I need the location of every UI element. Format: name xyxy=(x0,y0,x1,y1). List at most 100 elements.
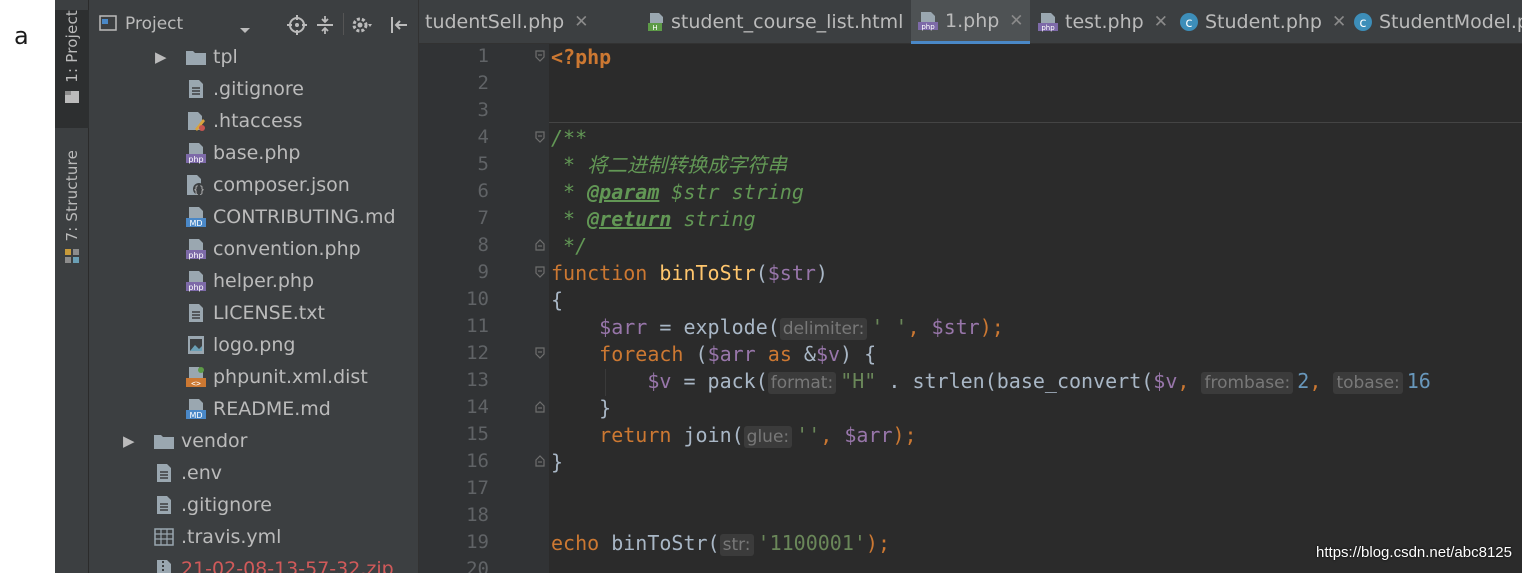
tab-label: 1.php xyxy=(945,9,1000,32)
code-line-13: $v = pack(format: "H" . strlen(base_conve… xyxy=(647,369,1431,394)
tree-item-gitignore[interactable]: .gitignore xyxy=(185,73,304,105)
fold-marker-icon[interactable] xyxy=(535,347,545,359)
tree-item-label: logo.png xyxy=(213,334,296,356)
image-file-icon xyxy=(185,333,207,357)
method-separator xyxy=(549,122,1522,123)
markdown-file-icon: MD xyxy=(185,397,207,421)
svg-text:php: php xyxy=(1041,24,1055,32)
php-file-icon: php xyxy=(917,11,939,31)
html-file-icon: H xyxy=(647,12,665,32)
tree-item-label: CONTRIBUTING.md xyxy=(213,206,396,228)
project-panel-toolbar: Project xyxy=(89,0,418,50)
chevron-down-icon[interactable] xyxy=(239,20,251,39)
tree-item-label: .gitignore xyxy=(213,78,304,100)
class-icon: c xyxy=(1353,12,1373,32)
text-file-icon xyxy=(153,493,175,517)
tree-item-tpl[interactable]: ▶ tpl xyxy=(155,41,238,73)
tab-studentmodel-php[interactable]: c StudentModel.php ✕ xyxy=(1347,0,1522,44)
line-number: 12 xyxy=(466,342,489,364)
watermark: https://blog.csdn.net/abc8125 xyxy=(1316,544,1512,561)
tree-item-zip[interactable]: 21-02-08-13-57-32.zip xyxy=(153,553,394,573)
locate-icon[interactable] xyxy=(287,15,307,39)
tree-item-composer-json[interactable]: {} composer.json xyxy=(185,169,350,201)
code-line-15: return join(glue: '', $arr); xyxy=(599,423,917,448)
tree-item-label: composer.json xyxy=(213,174,350,196)
markdown-file-icon: MD xyxy=(185,205,207,229)
close-icon[interactable]: ✕ xyxy=(1009,11,1023,31)
tree-item-helper-php[interactable]: php helper.php xyxy=(185,265,314,297)
tree-item-label: 21-02-08-13-57-32.zip xyxy=(181,558,394,573)
folder-icon xyxy=(185,45,207,69)
tool-window-project[interactable]: 1: Project xyxy=(55,10,89,128)
fold-marker-icon[interactable] xyxy=(535,50,545,62)
tab-test-php[interactable]: php test.php ✕ xyxy=(1031,0,1174,44)
line-number: 16 xyxy=(466,450,489,472)
tab-tudentsell-php[interactable]: tudentSell.php ✕ xyxy=(419,0,595,44)
close-icon[interactable]: ✕ xyxy=(1154,12,1168,32)
code-line-8: */ xyxy=(551,234,588,258)
collapse-all-icon[interactable] xyxy=(315,15,335,39)
text-file-icon xyxy=(185,301,207,325)
ide-window: 1: Project 7: Structure Project ▶ tpl .g… xyxy=(55,0,1522,573)
fold-marker-icon[interactable] xyxy=(535,266,545,278)
tree-item-travis-yml[interactable]: .travis.yml xyxy=(153,521,281,553)
php-file-icon: php xyxy=(185,237,207,261)
expand-arrow-icon[interactable]: ▶ xyxy=(155,48,171,66)
svg-text:php: php xyxy=(188,155,203,164)
tab-label: StudentModel.php xyxy=(1379,11,1522,33)
tree-item-logo-png[interactable]: logo.png xyxy=(185,329,295,361)
tree-item-label: .travis.yml xyxy=(181,526,282,548)
svg-text:c: c xyxy=(1185,16,1192,31)
close-icon[interactable]: ✕ xyxy=(1332,12,1346,32)
code-line-16: } xyxy=(551,450,564,474)
tab-label: test.php xyxy=(1065,11,1144,33)
tree-item-contributing-md[interactable]: MD CONTRIBUTING.md xyxy=(185,201,396,233)
tree-item-label: convention.php xyxy=(213,238,361,260)
code-line-12: foreach ($arr as &$v) { xyxy=(599,342,877,366)
tool-window-structure[interactable]: 7: Structure xyxy=(55,150,89,282)
json-file-icon: {} xyxy=(185,173,207,197)
fold-end-marker-icon[interactable] xyxy=(535,239,545,251)
code-line-19: echo binToStr(str: '1100001'); xyxy=(551,531,891,556)
tree-item-label: .htaccess xyxy=(213,110,303,132)
tree-item-readme-md[interactable]: MD README.md xyxy=(185,393,331,425)
tab-student-php[interactable]: c Student.php ✕ xyxy=(1173,0,1352,44)
line-number: 18 xyxy=(466,504,489,526)
tree-item-convention-php[interactable]: php convention.php xyxy=(185,233,361,265)
code-line-4: /** xyxy=(551,126,588,150)
php-file-icon: php xyxy=(185,141,207,165)
fold-marker-icon[interactable] xyxy=(535,131,545,143)
tree-item-label: LICENSE.txt xyxy=(213,302,325,324)
line-number: 20 xyxy=(466,558,489,573)
svg-text:php: php xyxy=(188,251,203,260)
code-editor[interactable]: <?php /** * 将二进制转换成字符串 * @param $str str… xyxy=(549,44,1522,573)
tree-item-label: helper.php xyxy=(213,270,315,292)
svg-text:<>: <> xyxy=(191,379,201,388)
tree-item-vendor[interactable]: ▶ vendor xyxy=(123,425,247,457)
php-file-icon: php xyxy=(1037,12,1059,32)
close-icon[interactable]: ✕ xyxy=(574,12,588,32)
gear-icon[interactable] xyxy=(351,15,373,39)
fold-end-marker-icon[interactable] xyxy=(535,401,545,413)
tree-item-license-txt[interactable]: LICENSE.txt xyxy=(185,297,325,329)
structure-icon xyxy=(64,248,80,268)
tree-item-htaccess[interactable]: .htaccess xyxy=(185,105,303,137)
svg-text:{}: {} xyxy=(193,185,205,196)
line-number: 10 xyxy=(466,288,489,310)
fold-end-marker-icon[interactable] xyxy=(535,455,545,467)
tree-item-phpunit-xml-dist[interactable]: <> phpunit.xml.dist xyxy=(185,361,368,393)
project-panel: Project ▶ tpl .gitignore .htaccess php b… xyxy=(89,0,419,573)
line-number: 19 xyxy=(466,531,489,553)
hide-panel-icon[interactable] xyxy=(389,15,409,39)
tree-item-env[interactable]: .env xyxy=(153,457,222,489)
tool-window-structure-label: 7: Structure xyxy=(63,150,81,242)
tab-1-php[interactable]: php 1.php ✕ xyxy=(911,0,1030,44)
tool-window-strip: 1: Project 7: Structure xyxy=(55,0,89,573)
tree-item-base-php[interactable]: php base.php xyxy=(185,137,301,169)
tree-item-label: base.php xyxy=(213,142,301,164)
parameter-hint: glue: xyxy=(743,426,793,448)
expand-arrow-icon[interactable]: ▶ xyxy=(123,432,139,450)
tree-item-gitignore-root[interactable]: .gitignore xyxy=(153,489,272,521)
project-panel-title[interactable]: Project xyxy=(125,14,183,34)
tab-student-course-list-html[interactable]: H student_course_list.html ✕ xyxy=(641,0,934,44)
